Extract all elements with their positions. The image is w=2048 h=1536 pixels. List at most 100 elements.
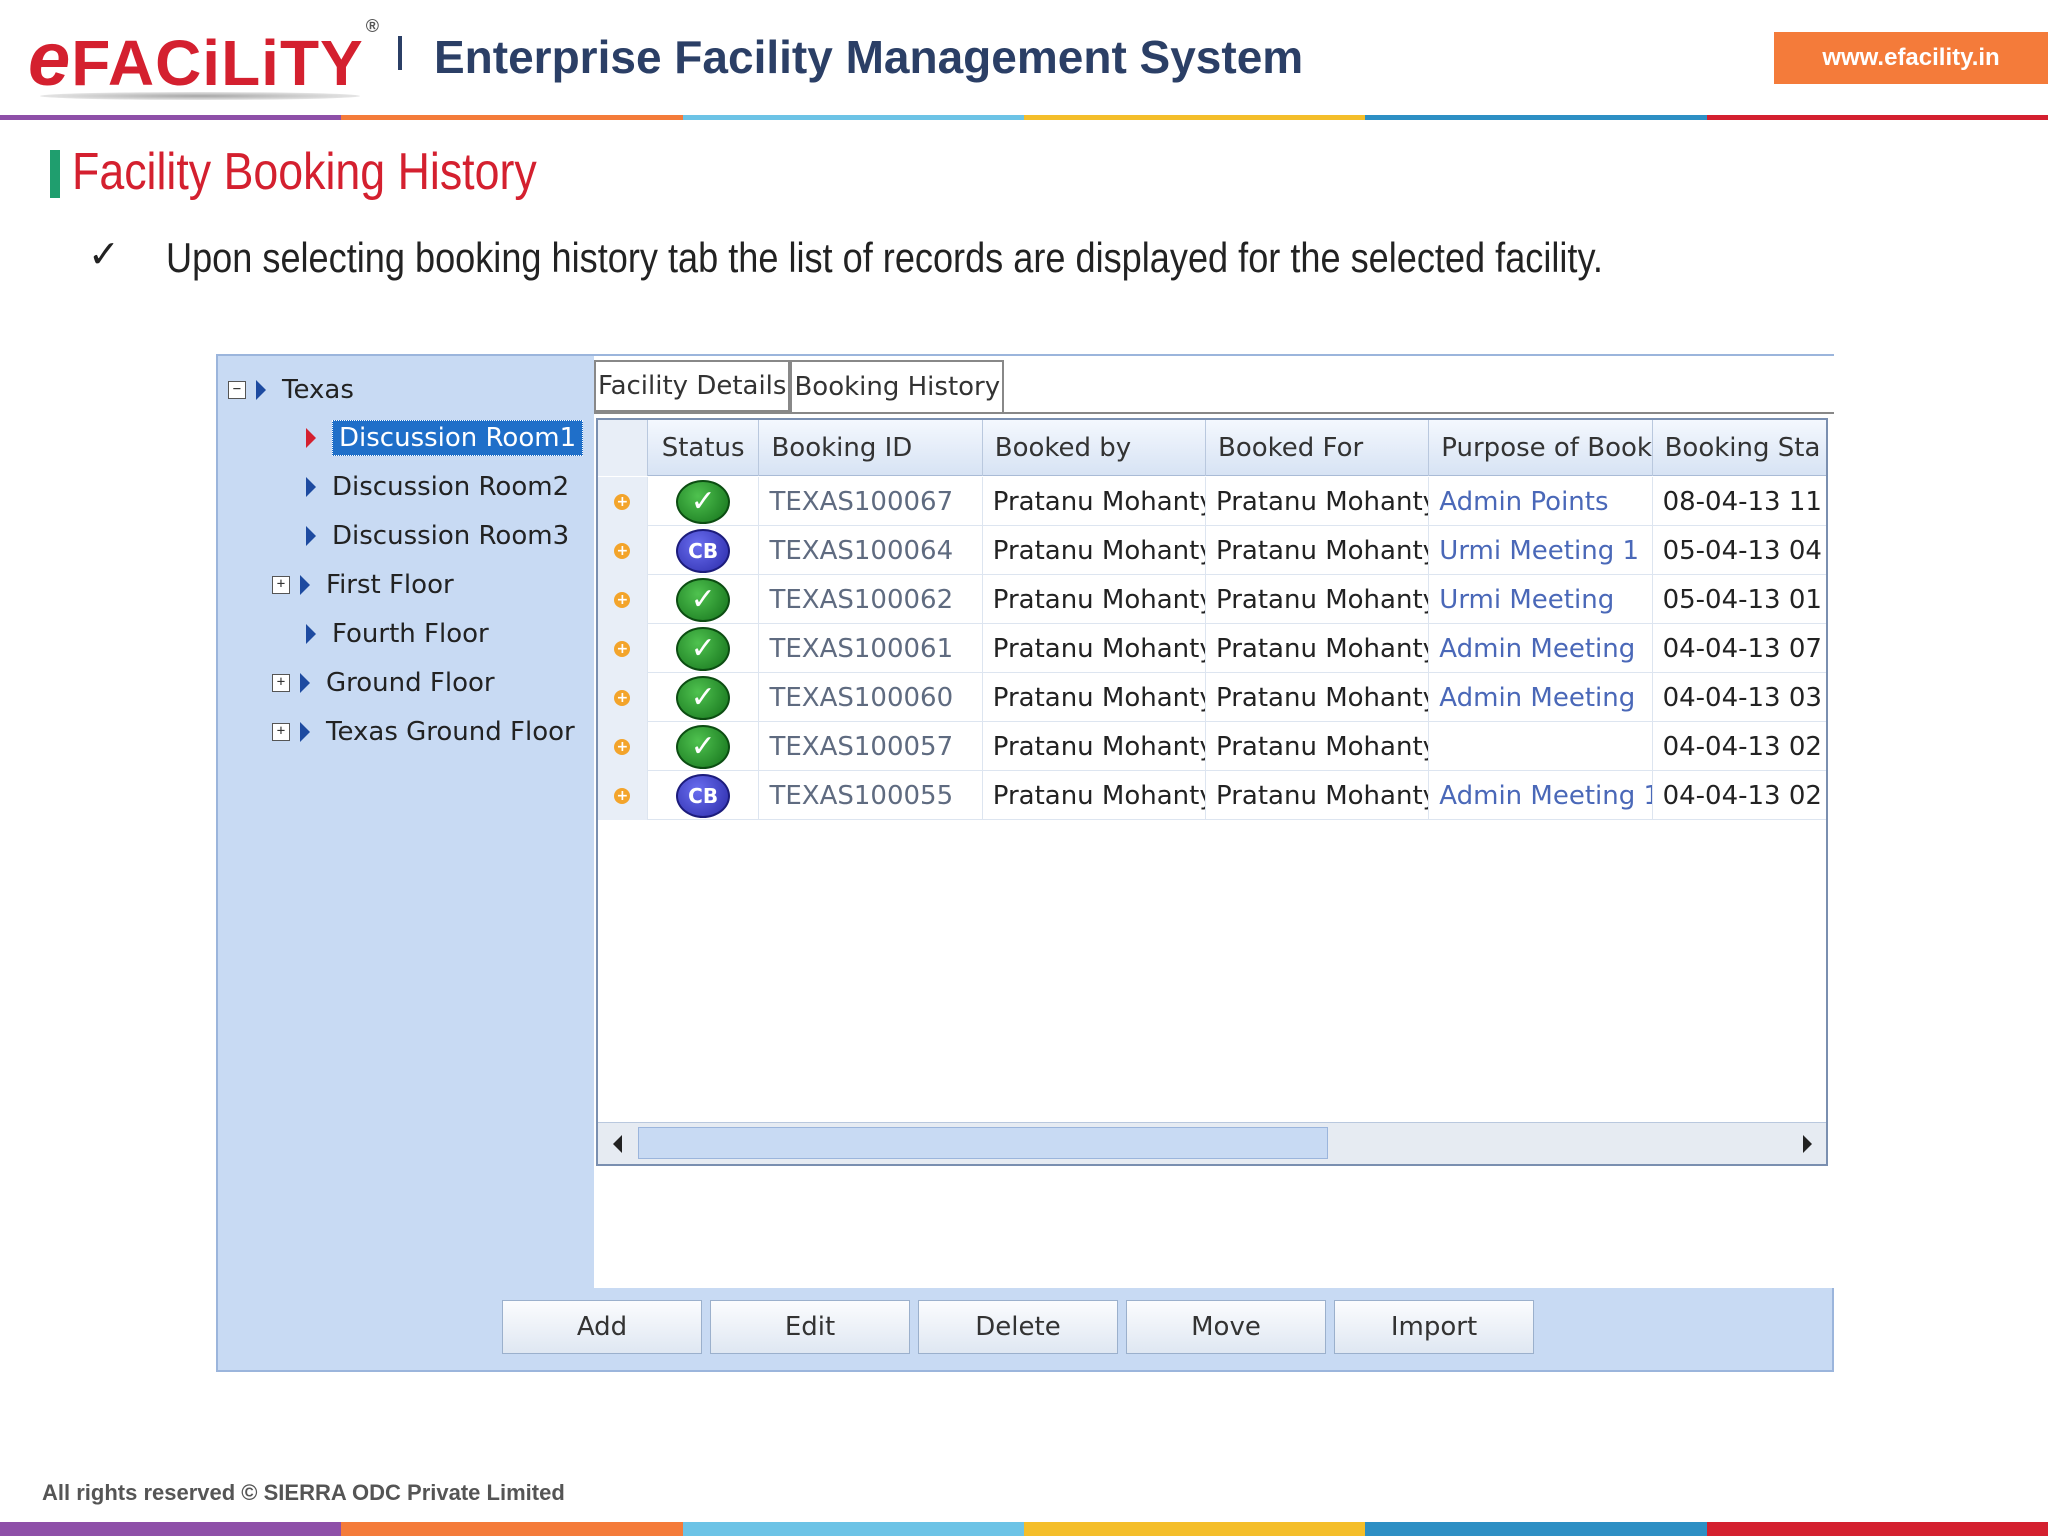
stripe-segment	[341, 115, 683, 120]
expand-icon[interactable]: +	[272, 674, 290, 692]
table-row[interactable]: + CB TEXAS100055 Pratanu Mohanty Pratanu Moh…	[598, 771, 1826, 820]
scroll-right-button[interactable]	[1792, 1129, 1822, 1159]
action-buttons: Add Edit Delete Move Import	[502, 1300, 1534, 1354]
collapse-icon[interactable]: −	[228, 381, 246, 399]
booked-for-cell: Pratanu Mohanty	[1206, 477, 1430, 526]
expand-row-icon[interactable]: +	[614, 591, 631, 608]
purpose-cell	[1429, 722, 1653, 771]
booking-start-cell: 04-04-13 02	[1662, 731, 1822, 762]
row-expand-cell[interactable]: +	[598, 673, 648, 722]
footer-copyright: All rights reserved © SIERRA ODC Private…	[42, 1480, 565, 1505]
tree-node-label: Ground Floor	[326, 668, 495, 698]
arrow-left-icon	[612, 1135, 622, 1153]
tree-node-discussion-room2[interactable]: Discussion Room2	[306, 465, 569, 509]
status-confirmed-icon: ✓	[676, 626, 731, 671]
status-confirmed-icon: ✓	[676, 479, 731, 524]
column-header-booked-by[interactable]: Booked by	[983, 420, 1207, 476]
logo-shadow	[40, 92, 360, 100]
status-cell: ✓	[648, 477, 760, 526]
tree-node-first-floor[interactable]: + First Floor	[272, 563, 454, 607]
scrollbar-thumb[interactable]	[638, 1127, 1328, 1159]
tree-node-label: Discussion Room1	[332, 420, 584, 456]
table-row[interactable]: + ✓ TEXAS100061 Pratanu Mohanty Pratanu Moha…	[598, 624, 1826, 673]
booked-by-cell: Pratanu Mohanty	[983, 526, 1207, 575]
stripe-segment	[1365, 1522, 1707, 1536]
row-expand-cell[interactable]: +	[598, 477, 648, 526]
tab-booking-history[interactable]: Booking History	[790, 360, 1005, 412]
table-row[interactable]: + ✓ TEXAS100060 Pratanu Mohanty Pratanu Moha…	[598, 673, 1826, 722]
expand-row-icon[interactable]: +	[614, 542, 631, 559]
booking-start-cell: 05-04-13 04	[1662, 535, 1822, 566]
import-button[interactable]: Import	[1334, 1300, 1534, 1354]
tree-node-discussion-room3[interactable]: Discussion Room3	[306, 514, 569, 558]
booked-by-cell: Pratanu Mohanty	[983, 624, 1207, 673]
purpose-cell: Admin Points	[1429, 477, 1653, 526]
booking-start-cell: 05-04-13 01	[1662, 584, 1822, 615]
table-row[interactable]: + ✓ TEXAS100062 Pratanu Mohanty Pratanu Moha…	[598, 575, 1826, 624]
status-confirmed-icon: ✓	[676, 577, 731, 622]
horizontal-scrollbar[interactable]	[598, 1122, 1826, 1164]
table-row[interactable]: + ✓ TEXAS100067 Pratanu Mohanty Pratanu Moha…	[598, 477, 1826, 526]
row-expand-cell[interactable]: +	[598, 722, 648, 771]
column-header-purpose[interactable]: Purpose of Book	[1429, 420, 1653, 476]
expand-icon[interactable]: +	[272, 576, 290, 594]
scroll-left-button[interactable]	[602, 1129, 632, 1159]
booked-for-cell: Pratanu Mohanty	[1206, 673, 1430, 722]
expand-row-icon[interactable]: +	[614, 689, 631, 706]
tab-facility-details[interactable]: Facility Details	[594, 360, 791, 412]
status-cell: ✓	[648, 624, 760, 673]
purpose-cell: Urmi Meeting 1	[1429, 526, 1653, 575]
status-confirmed-icon: ✓	[676, 724, 731, 769]
tab-underline	[594, 412, 1834, 414]
expand-icon[interactable]: +	[272, 723, 290, 741]
expand-row-icon[interactable]: +	[614, 787, 631, 804]
row-expand-cell[interactable]: +	[598, 575, 648, 624]
slide-page: eFACiLiTY® Enterprise Facility Managemen…	[0, 0, 2048, 1536]
booked-by-cell: Pratanu Mohanty	[983, 477, 1207, 526]
stripe-segment	[1023, 1522, 1366, 1536]
bullet-text: Upon selecting booking history tab the l…	[166, 234, 1603, 281]
tree-node-label: Texas	[282, 375, 354, 405]
node-arrow-icon	[306, 624, 316, 644]
table-row[interactable]: + ✓ TEXAS100057 Pratanu Mohanty Pratanu Moha…	[598, 722, 1826, 771]
column-header-status[interactable]: Status	[648, 420, 760, 476]
edit-button[interactable]: Edit	[710, 1300, 910, 1354]
tree-node-ground-floor[interactable]: + Ground Floor	[272, 661, 495, 705]
arrow-right-icon	[1802, 1135, 1812, 1153]
color-stripe-top	[0, 115, 2048, 120]
detail-panel: Facility Details Booking History Status …	[594, 356, 1834, 1288]
status-cell: ✓	[648, 575, 760, 624]
row-expand-cell[interactable]: +	[598, 624, 648, 673]
booking-start-cell: 04-04-13 03	[1662, 682, 1822, 713]
row-expand-cell[interactable]: +	[598, 771, 648, 820]
expand-row-icon[interactable]: +	[614, 738, 631, 755]
tree-node-fourth-floor[interactable]: Fourth Floor	[306, 612, 489, 656]
tree-node-discussion-room1[interactable]: Discussion Room1	[306, 416, 584, 460]
table-row[interactable]: + CB TEXAS100064 Pratanu Mohanty Pratanu Moh…	[598, 526, 1826, 575]
tree-node-texas-ground-floor[interactable]: + Texas Ground Floor	[272, 710, 575, 754]
booked-by-cell: Pratanu Mohanty	[983, 771, 1207, 820]
status-cb-icon: CB	[676, 528, 731, 573]
status-cell: CB	[648, 526, 760, 575]
stripe-segment	[1706, 1522, 2048, 1536]
status-confirmed-icon: ✓	[676, 675, 731, 720]
node-arrow-icon	[306, 477, 316, 497]
expand-row-icon[interactable]: +	[614, 640, 631, 657]
booked-by-cell: Pratanu Mohanty	[983, 673, 1207, 722]
row-expand-cell[interactable]: +	[598, 526, 648, 575]
logo-text: FACiLiTY	[71, 27, 364, 99]
tree-node-texas[interactable]: − Texas	[228, 368, 354, 412]
move-button[interactable]: Move	[1126, 1300, 1326, 1354]
node-arrow-icon	[306, 428, 316, 448]
booked-for-cell: Pratanu Mohanty	[1206, 526, 1430, 575]
add-button[interactable]: Add	[502, 1300, 702, 1354]
app-window: − Texas Discussion Room1 Discussion Room…	[216, 354, 1834, 1372]
efacility-logo: eFACiLiTY®	[28, 16, 380, 103]
delete-button[interactable]: Delete	[918, 1300, 1118, 1354]
column-header-booking-start[interactable]: Booking Sta	[1653, 420, 1826, 476]
column-header-booking-id[interactable]: Booking ID	[759, 420, 983, 476]
website-link[interactable]: www.efacility.in	[1774, 32, 2048, 84]
column-header-booked-for[interactable]: Booked For	[1206, 420, 1430, 476]
expand-row-icon[interactable]: +	[614, 493, 631, 510]
tree-node-label: First Floor	[326, 570, 454, 600]
